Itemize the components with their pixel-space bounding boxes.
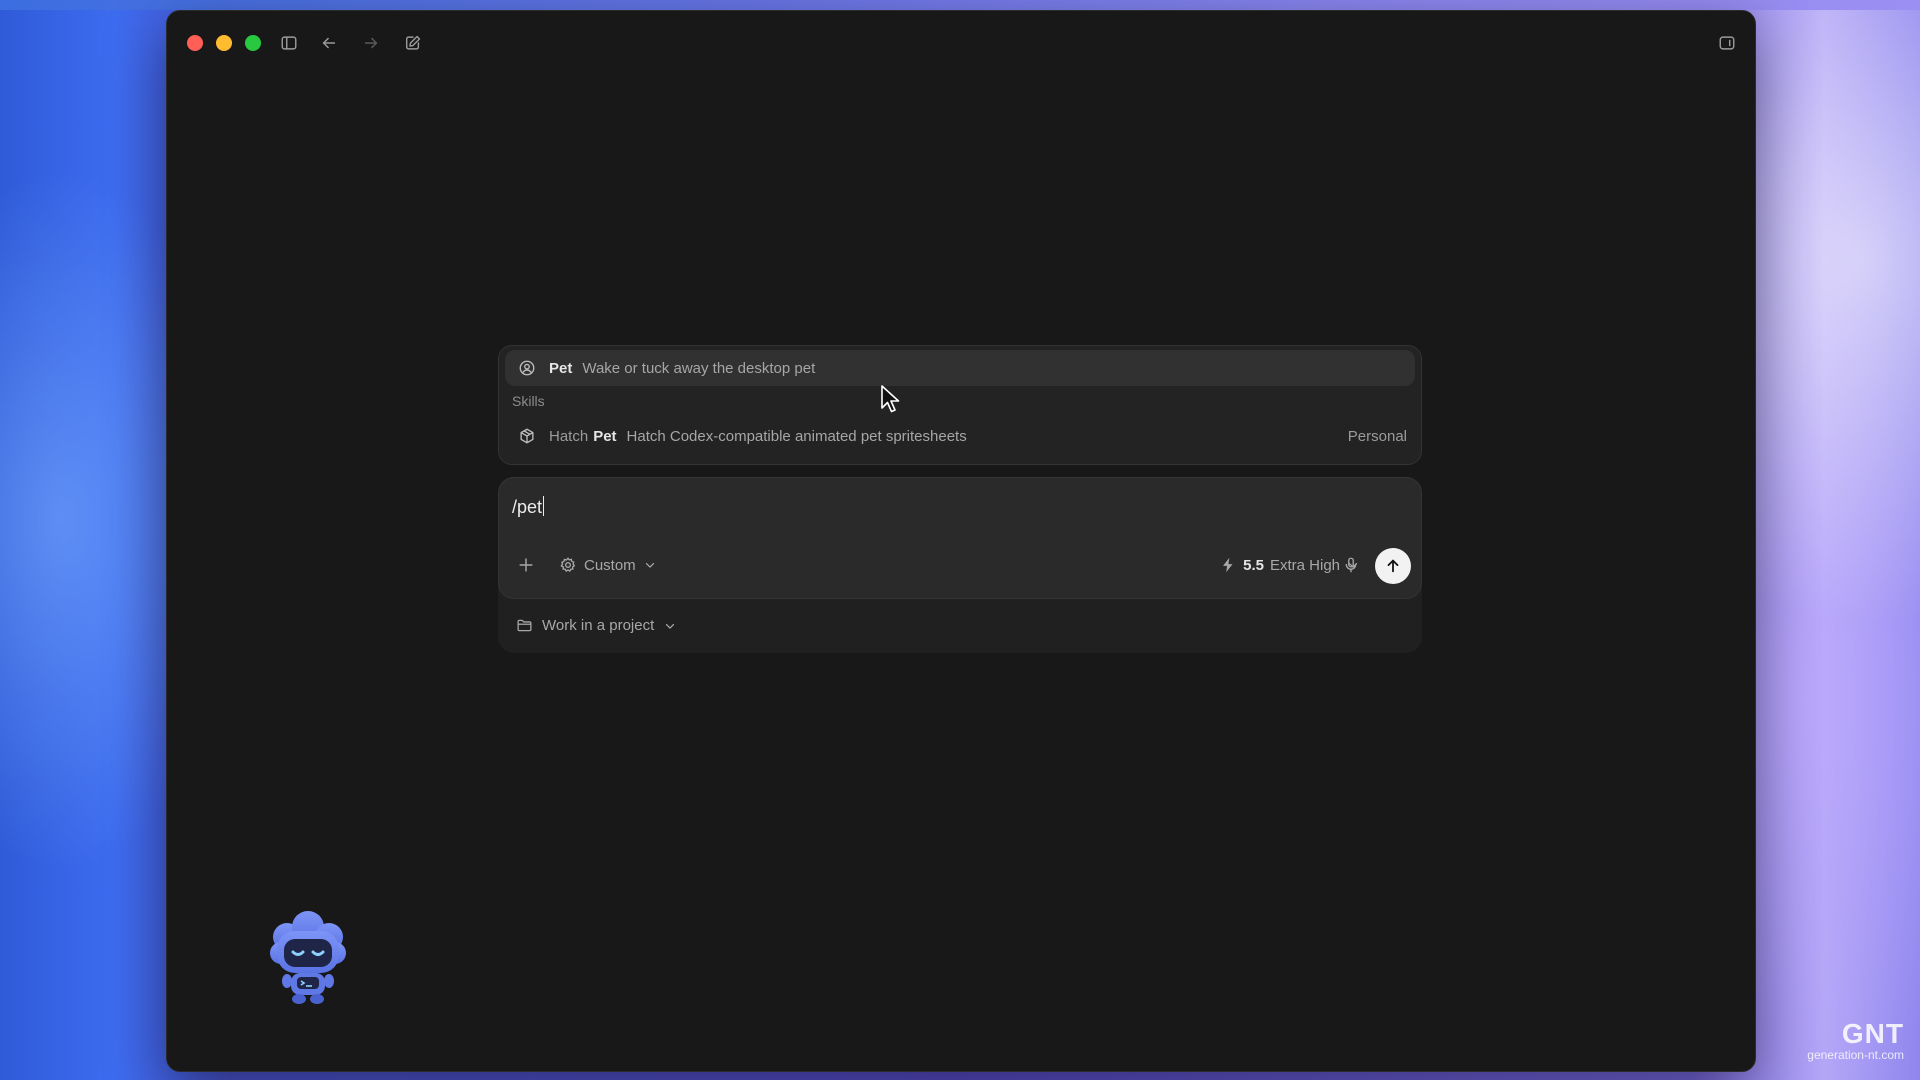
gear-icon	[560, 557, 576, 572]
command-suggestions-popup: Pet Wake or tuck away the desktop pet Sk…	[498, 345, 1422, 465]
command-name: Pet	[549, 359, 573, 377]
title-bar	[167, 11, 1755, 67]
text-caret	[543, 496, 545, 516]
skill-scope-tag: Personal	[1347, 427, 1407, 445]
add-attachment-button[interactable]	[513, 551, 539, 579]
chevron-down-icon	[645, 562, 654, 568]
chevron-down-icon	[666, 623, 675, 629]
cube-icon	[517, 426, 537, 446]
microphone-icon	[1345, 557, 1357, 573]
skill-name-prefix: Hatch	[549, 427, 589, 445]
arrow-up-icon	[1387, 559, 1399, 573]
model-version: 5.5	[1243, 556, 1264, 574]
composer-container: /pet Custom 5.5 Extra High Work in a pro…	[498, 477, 1422, 653]
microphone-button[interactable]	[1339, 551, 1363, 579]
panel-toggle-icon[interactable]	[1715, 31, 1739, 55]
composer-box[interactable]: /pet Custom 5.5 Extra High	[498, 477, 1422, 599]
folder-branch-icon	[517, 619, 532, 632]
wallpaper	[0, 0, 1920, 10]
sidebar-toggle-icon[interactable]	[277, 31, 301, 55]
desktop-pet-robot-icon[interactable]	[267, 909, 349, 1005]
reasoning-level: Extra High	[1269, 556, 1341, 574]
mode-label: Custom	[584, 556, 636, 574]
send-button[interactable]	[1375, 548, 1411, 584]
prompt-input-text: /pet	[512, 497, 543, 517]
app-window: Pet Wake or tuck away the desktop pet Sk…	[166, 10, 1756, 1072]
skill-name: Pet	[593, 427, 617, 445]
maximize-window-button[interactable]	[245, 35, 261, 51]
pet-face-icon	[517, 358, 537, 378]
mode-select-button[interactable]: Custom	[559, 551, 657, 579]
plus-icon	[519, 558, 533, 572]
watermark: GNT generation-nt.com	[1807, 1018, 1904, 1063]
new-chat-compose-icon[interactable]	[401, 31, 425, 55]
watermark-url: generation-nt.com	[1807, 1048, 1904, 1062]
project-label: Work in a project	[542, 617, 655, 634]
command-description: Wake or tuck away the desktop pet	[582, 359, 816, 377]
skill-item-hatch-pet[interactable]: Hatch Pet Hatch Codex-compatible animate…	[505, 418, 1415, 454]
command-item-pet[interactable]: Pet Wake or tuck away the desktop pet	[505, 350, 1415, 386]
watermark-logo: GNT	[1841, 1018, 1904, 1049]
skill-description: Hatch Codex-compatible animated pet spri…	[626, 427, 967, 445]
work-in-project-button[interactable]: Work in a project	[516, 617, 677, 634]
close-window-button[interactable]	[187, 35, 203, 51]
prompt-input[interactable]: /pet	[512, 496, 545, 518]
minimize-window-button[interactable]	[216, 35, 232, 51]
skills-section-label: Skills	[512, 393, 545, 409]
mouse-cursor-icon	[881, 385, 900, 413]
back-arrow-icon[interactable]	[317, 31, 341, 55]
lightning-icon	[1223, 557, 1233, 573]
forward-arrow-icon[interactable]	[359, 31, 383, 55]
